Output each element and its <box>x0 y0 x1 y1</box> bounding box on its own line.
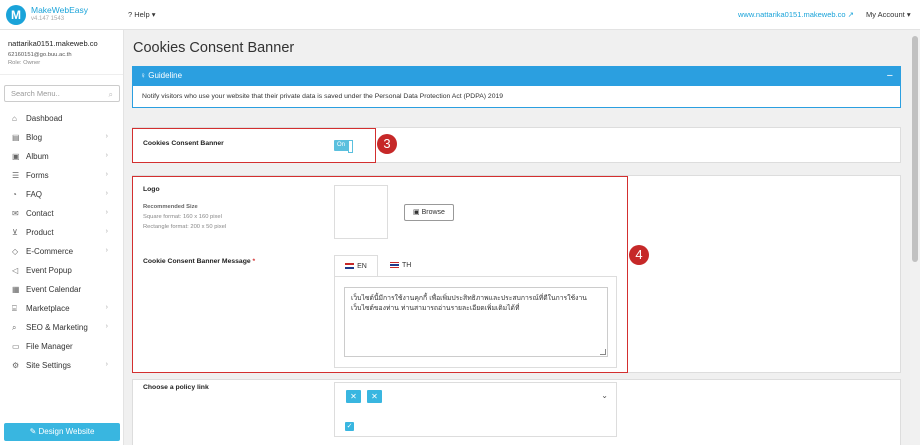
pencil-icon: ✎ <box>29 427 37 436</box>
user-info: nattarika0151.makeweb.co 62160151@go.buu… <box>0 30 123 75</box>
remove-chip-button[interactable]: ✕ <box>367 390 382 403</box>
highlight-box-4 <box>132 176 628 373</box>
brand-name: MakeWebEasy <box>31 5 89 15</box>
sidebar-item-contact[interactable]: ✉ Contact › <box>0 204 124 223</box>
sidebar-item-album[interactable]: ▣ Album › <box>0 147 124 166</box>
sidebar-item-label: Album <box>26 152 49 161</box>
chevron-right-icon: › <box>105 304 108 311</box>
sidebar-item-ecommerce[interactable]: ◇ E-Commerce › <box>0 242 124 261</box>
sidebar-item-label: Site Settings <box>26 361 71 370</box>
policy-link-label: Choose a policy link <box>143 384 209 391</box>
page-scrollbar[interactable] <box>910 30 920 445</box>
sidebar-item-label: Marketplace <box>26 304 70 313</box>
guideline-text: Notify visitors who use your website tha… <box>132 86 901 108</box>
sidebar-menu: ⌂ Dashboad ▤ Blog › ▣ Album › ☰ Forms › ◔ FAQ › ✉… <box>0 109 124 375</box>
main-content: Cookies Consent Banner ♀ Guideline − Not… <box>124 30 910 445</box>
sidebar-item-event-calendar[interactable]: ▦ Event Calendar <box>0 280 124 299</box>
search-icon: ⌕ <box>108 90 113 99</box>
sidebar-item-seo-marketing[interactable]: ⌕ SEO & Marketing › <box>0 318 124 337</box>
chevron-down-icon[interactable]: ⌄ <box>601 391 608 400</box>
policy-link-select[interactable]: ✕ ✕ ⌄ ✓ <box>334 382 617 437</box>
storefront-icon: ⌸ <box>12 303 17 313</box>
image-icon: ▣ <box>12 152 20 161</box>
sidebar-item-label: SEO & Marketing <box>26 323 88 332</box>
sidebar-item-faq[interactable]: ◔ FAQ › <box>0 185 124 204</box>
chevron-right-icon: › <box>105 247 108 254</box>
chevron-right-icon: › <box>105 228 108 235</box>
chevron-right-icon: › <box>105 152 108 159</box>
search-icon: ⌕ <box>12 322 17 332</box>
top-bar: M MakeWebEasy v4.147 1543 ? Help ▾ www.n… <box>0 0 920 30</box>
sidebar-item-file-manager[interactable]: ▭ File Manager <box>0 337 124 356</box>
search-placeholder: Search Menu.. <box>11 89 60 98</box>
help-label: Help <box>134 10 150 19</box>
external-link-icon: ↗ <box>847 10 854 19</box>
site-url: www.nattarika0151.makeweb.co <box>738 10 846 19</box>
site-url-link[interactable]: www.nattarika0151.makeweb.co ↗ <box>738 10 854 19</box>
guideline-title: Guideline <box>148 71 183 80</box>
sidebar-item-label: Forms <box>26 171 49 180</box>
sidebar-item-site-settings[interactable]: ⚙ Site Settings › <box>0 356 124 375</box>
sidebar-item-forms[interactable]: ☰ Forms › <box>0 166 124 185</box>
account-label: My Account <box>866 10 905 19</box>
sidebar-item-label: FAQ <box>26 190 43 199</box>
sidebar-item-label: Product <box>26 228 54 237</box>
help-circle-icon: ? <box>128 10 133 19</box>
sidebar-item-label: Blog <box>26 133 43 142</box>
account-menu[interactable]: My Account ▾ <box>866 10 911 19</box>
sidebar-item-label: Dashboad <box>26 114 63 123</box>
chevron-right-icon: › <box>105 361 108 368</box>
chevron-right-icon: › <box>105 133 108 140</box>
page-title: Cookies Consent Banner <box>133 40 295 56</box>
chevron-right-icon: › <box>105 323 108 330</box>
sidebar-item-label: E-Commerce <box>26 247 74 256</box>
sidebar-item-product[interactable]: ⊻ Product › <box>0 223 124 242</box>
remove-chip-button[interactable]: ✕ <box>346 390 361 403</box>
gear-icon: ⚙ <box>12 361 20 370</box>
highlight-box-3 <box>132 128 376 163</box>
sidebar-item-marketplace[interactable]: ⌸ Marketplace › <box>0 299 124 318</box>
annotation-marker-3: 3 <box>377 134 397 154</box>
annotation-marker-4: 4 <box>629 245 649 265</box>
collapse-icon[interactable]: − <box>887 66 893 86</box>
brand-mark-icon: M <box>6 5 26 25</box>
sidebar-item-label: Contact <box>26 209 54 218</box>
chevron-down-icon: ▾ <box>906 10 911 19</box>
sidebar-item-dashboard[interactable]: ⌂ Dashboad <box>0 109 124 128</box>
brand-version: v4.147 1543 <box>31 16 65 22</box>
search-menu-input[interactable]: Search Menu.. ⌕ <box>4 85 120 102</box>
lightbulb-icon: ♀ <box>140 71 146 80</box>
chevron-right-icon: › <box>105 190 108 197</box>
brand-logo[interactable]: M MakeWebEasy v4.147 1543 <box>6 5 88 25</box>
user-name: nattarika0151.makeweb.co <box>8 39 98 48</box>
megaphone-icon: ◁ <box>12 266 19 275</box>
tag-icon: ◇ <box>12 247 19 256</box>
sidebar-item-label: File Manager <box>26 342 73 351</box>
sidebar-item-blog[interactable]: ▤ Blog › <box>0 128 124 147</box>
chevron-right-icon: › <box>105 209 108 216</box>
calendar-icon: ▦ <box>12 285 20 294</box>
user-email: 62160151@go.buu.ac.th <box>8 52 72 58</box>
help-menu[interactable]: ? Help ▾ <box>128 10 156 19</box>
mail-icon: ✉ <box>12 209 19 218</box>
chat-icon: ◔ <box>12 190 17 199</box>
folder-icon: ▭ <box>12 342 20 351</box>
sidebar-item-label: Event Popup <box>26 266 72 275</box>
scroll-thumb[interactable] <box>912 36 918 262</box>
sidebar: nattarika0151.makeweb.co 62160151@go.buu… <box>0 30 124 445</box>
document-icon: ▤ <box>12 133 20 142</box>
design-website-button[interactable]: ✎ Design Website <box>4 423 120 441</box>
cart-icon: ⊻ <box>12 228 18 237</box>
home-icon: ⌂ <box>12 114 17 123</box>
chevron-down-icon: ▾ <box>151 10 156 19</box>
guideline-header[interactable]: ♀ Guideline − <box>132 66 901 86</box>
user-role: Role: Owner <box>8 60 41 66</box>
chevron-right-icon: › <box>105 171 108 178</box>
sidebar-item-event-popup[interactable]: ◁ Event Popup <box>0 261 124 280</box>
design-website-label: Design Website <box>38 427 95 436</box>
sidebar-item-label: Event Calendar <box>26 285 82 294</box>
policy-checkbox[interactable]: ✓ <box>345 422 354 431</box>
list-icon: ☰ <box>12 171 20 180</box>
